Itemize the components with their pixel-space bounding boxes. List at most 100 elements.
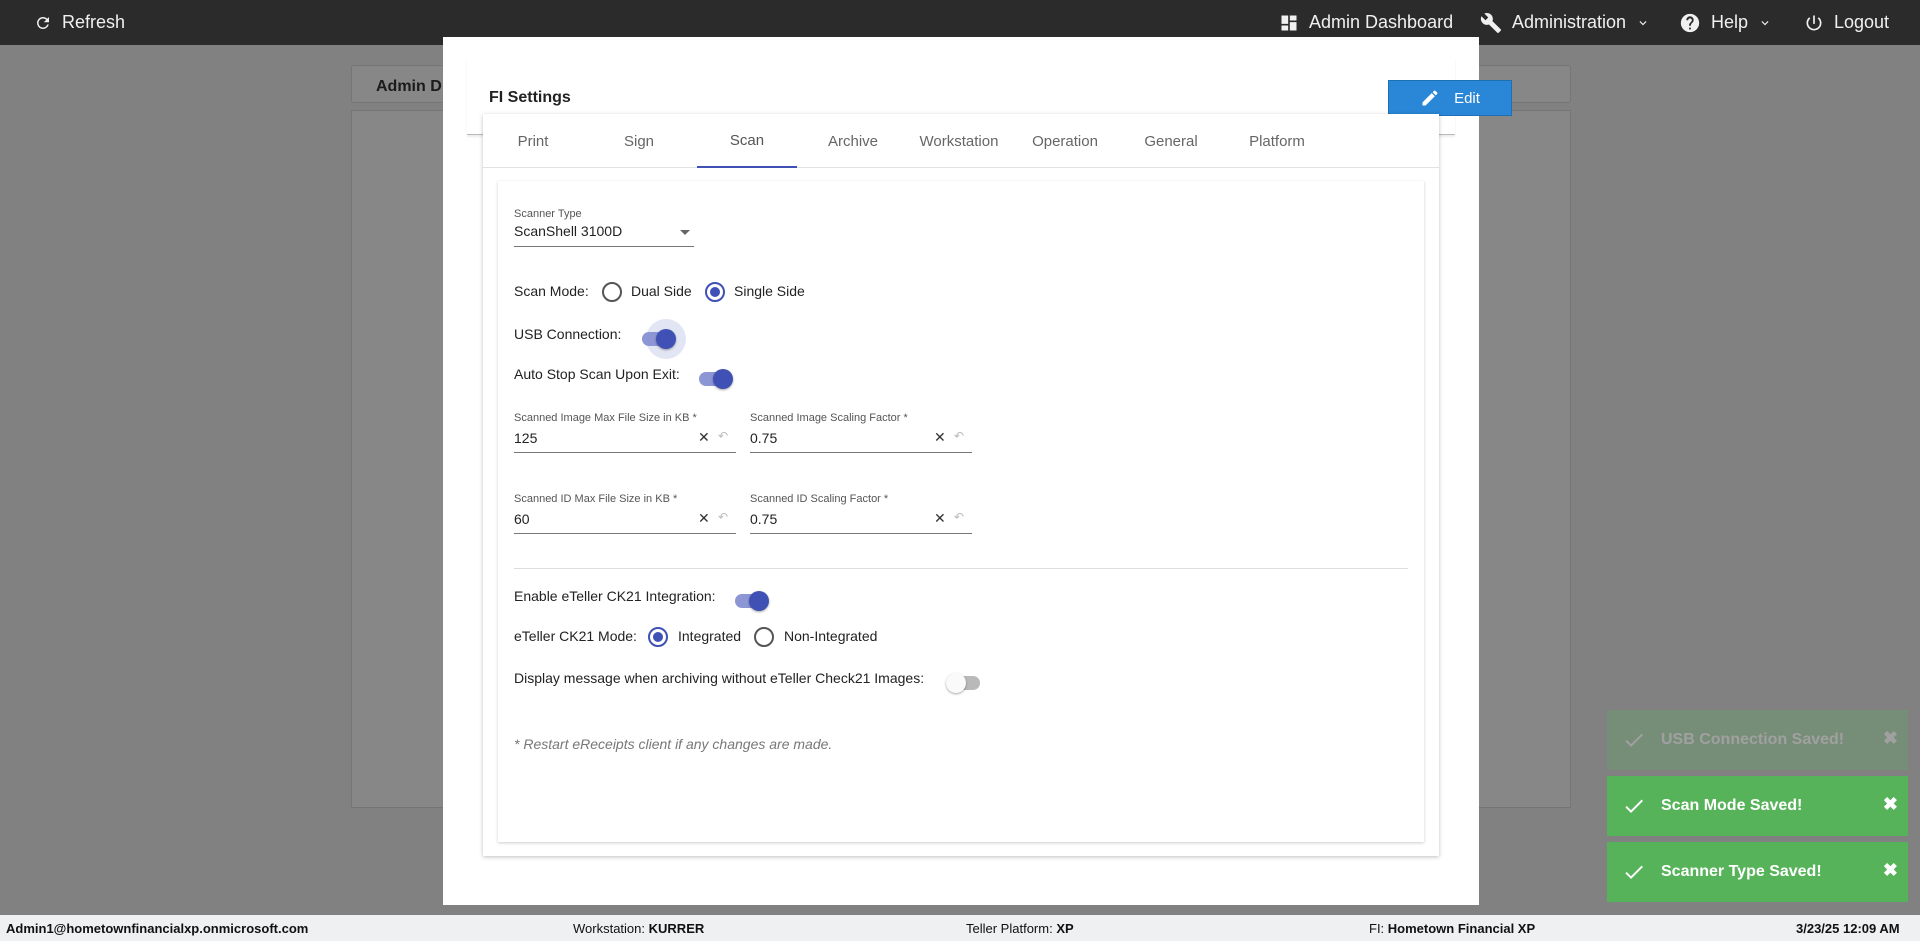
scanner-type-label: Scanner Type <box>514 208 582 220</box>
clear-icon[interactable]: ✕ <box>934 510 946 527</box>
logout-label: Logout <box>1834 12 1890 32</box>
clear-icon[interactable]: ✕ <box>698 429 710 446</box>
modal-title: FI Settings <box>489 89 571 106</box>
settings-card: Print Sign Scan Archive Workstation Oper… <box>483 114 1439 856</box>
status-user: Admin1@hometownfinancialxp.onmicrosoft.c… <box>6 921 308 936</box>
auto-stop-label: Auto Stop Scan Upon Exit: <box>514 366 680 382</box>
clear-icon[interactable]: ✕ <box>934 429 946 446</box>
undo-icon[interactable]: ↶ <box>718 510 728 524</box>
image-max-file-size-field[interactable]: Scanned Image Max File Size in KB * 125 … <box>514 412 736 464</box>
radio-integrated[interactable] <box>648 627 668 647</box>
user-email: Admin1@hometownfinancialxp.onmicrosoft.c… <box>6 921 309 936</box>
field-label: Scanned ID Scaling Factor * <box>750 493 889 505</box>
edit-button-label: Edit <box>1454 89 1480 107</box>
image-scaling-factor-field[interactable]: Scanned Image Scaling Factor * 0.75 ✕ ↶ <box>750 412 972 464</box>
non-integrated-label: Non-Integrated <box>784 628 878 644</box>
scan-mode-label: Scan Mode: <box>514 283 589 299</box>
undo-icon[interactable]: ↶ <box>954 510 964 524</box>
status-bar: Admin1@hometownfinancialxp.onmicrosoft.c… <box>0 915 1920 941</box>
id-max-file-size-field[interactable]: Scanned ID Max File Size in KB * 60 ✕ ↶ <box>514 493 736 545</box>
radio-dual-side[interactable] <box>602 282 622 302</box>
close-icon[interactable]: ✖ <box>1883 794 1898 815</box>
fi-label: FI: <box>1369 921 1385 936</box>
field-value: 0.75 <box>750 511 778 527</box>
dropdown-arrow-icon <box>680 230 690 235</box>
tab-workstation[interactable]: Workstation <box>909 114 1009 168</box>
scanner-type-select[interactable]: ScanShell 3100D <box>514 223 694 247</box>
tab-platform[interactable]: Platform <box>1227 114 1327 168</box>
toast-scan-mode-saved: Scan Mode Saved! ✖ <box>1607 776 1908 836</box>
platform-value: XP <box>1056 921 1074 936</box>
id-scaling-factor-field[interactable]: Scanned ID Scaling Factor * 0.75 ✕ ↶ <box>750 493 972 545</box>
workstation-label: Workstation: <box>573 921 646 936</box>
edit-button[interactable]: Edit <box>1388 80 1512 116</box>
fi-settings-modal: FI Settings Edit Print Sign Scan Archive… <box>443 37 1512 905</box>
display-message-toggle[interactable] <box>946 673 982 693</box>
integrated-label: Integrated <box>678 628 742 644</box>
toggle-knob <box>713 369 733 389</box>
fi-value: Hometown Financial XP <box>1387 921 1536 936</box>
close-icon[interactable]: ✖ <box>1883 728 1898 749</box>
power-icon <box>1806 15 1822 30</box>
tab-scan[interactable]: Scan <box>697 114 797 168</box>
section-divider <box>514 568 1408 569</box>
status-fi: FI: Hometown Financial XP <box>1369 921 1535 936</box>
dual-side-label: Dual Side <box>631 283 692 299</box>
field-underline <box>750 533 972 534</box>
check-icon <box>1607 794 1661 818</box>
toggle-knob <box>749 591 769 611</box>
undo-icon[interactable]: ↶ <box>954 429 964 443</box>
tab-general[interactable]: General <box>1121 114 1221 168</box>
auto-stop-toggle[interactable] <box>697 369 733 389</box>
undo-icon[interactable]: ↶ <box>718 429 728 443</box>
administration-menu[interactable]: Administration <box>1480 0 1650 45</box>
refresh-icon <box>36 16 49 29</box>
workstation-value: KURRER <box>648 921 705 936</box>
tab-sign[interactable]: Sign <box>589 114 689 168</box>
ck21-integration-toggle[interactable] <box>733 591 769 611</box>
toast-message: USB Connection Saved! <box>1661 731 1845 748</box>
close-icon[interactable]: ✖ <box>1883 860 1898 881</box>
toast-usb-connection-saved: USB Connection Saved! ✖ <box>1607 710 1908 770</box>
field-label: Scanned Image Scaling Factor * <box>750 412 908 424</box>
status-datetime: 3/23/25 12:09 AM <box>1796 921 1900 936</box>
display-message-label: Display message when archiving without e… <box>514 670 925 686</box>
chevron-down-icon <box>1639 20 1647 25</box>
pencil-icon <box>1422 90 1438 106</box>
field-label: Scanned Image Max File Size in KB * <box>514 412 697 424</box>
field-underline <box>514 533 736 534</box>
restart-note: * Restart eReceipts client if any change… <box>514 736 833 752</box>
toast-message: Scan Mode Saved! <box>1661 797 1803 814</box>
toast-scanner-type-saved: Scanner Type Saved! ✖ <box>1607 842 1908 902</box>
help-icon <box>1680 13 1700 32</box>
settings-tabs: Print Sign Scan Archive Workstation Oper… <box>483 114 1439 168</box>
refresh-button[interactable]: Refresh <box>34 0 125 45</box>
clear-icon[interactable]: ✕ <box>698 510 710 527</box>
radio-non-integrated[interactable] <box>754 627 774 647</box>
field-value: 60 <box>514 511 530 527</box>
wrench-icon <box>1480 12 1502 33</box>
scan-settings-panel: Scanner Type ScanShell 3100D Scan Mode: … <box>498 181 1424 842</box>
radio-single-side[interactable] <box>705 282 725 302</box>
scanner-type-value: ScanShell 3100D <box>514 223 623 239</box>
tab-print[interactable]: Print <box>483 114 583 168</box>
chevron-down-icon <box>1761 20 1769 25</box>
status-workstation: Workstation: KURRER <box>573 921 704 936</box>
help-menu[interactable]: Help <box>1679 0 1772 45</box>
ck21-integration-label: Enable eTeller CK21 Integration: <box>514 588 716 604</box>
check-icon <box>1607 728 1661 752</box>
status-platform: Teller Platform: XP <box>966 921 1074 936</box>
administration-label: Administration <box>1512 12 1627 32</box>
toggle-knob <box>656 329 676 349</box>
usb-connection-toggle[interactable] <box>640 319 686 359</box>
field-value: 0.75 <box>750 430 778 446</box>
dashboard-icon <box>1281 15 1297 30</box>
field-underline <box>514 452 736 453</box>
single-side-label: Single Side <box>734 283 805 299</box>
datetime-value: 3/23/25 12:09 AM <box>1796 921 1900 936</box>
ck21-mode-label: eTeller CK21 Mode: <box>514 628 637 644</box>
tab-archive[interactable]: Archive <box>803 114 903 168</box>
toggle-knob <box>946 673 966 693</box>
logout-button[interactable]: Logout <box>1804 0 1889 45</box>
tab-operation[interactable]: Operation <box>1015 114 1115 168</box>
